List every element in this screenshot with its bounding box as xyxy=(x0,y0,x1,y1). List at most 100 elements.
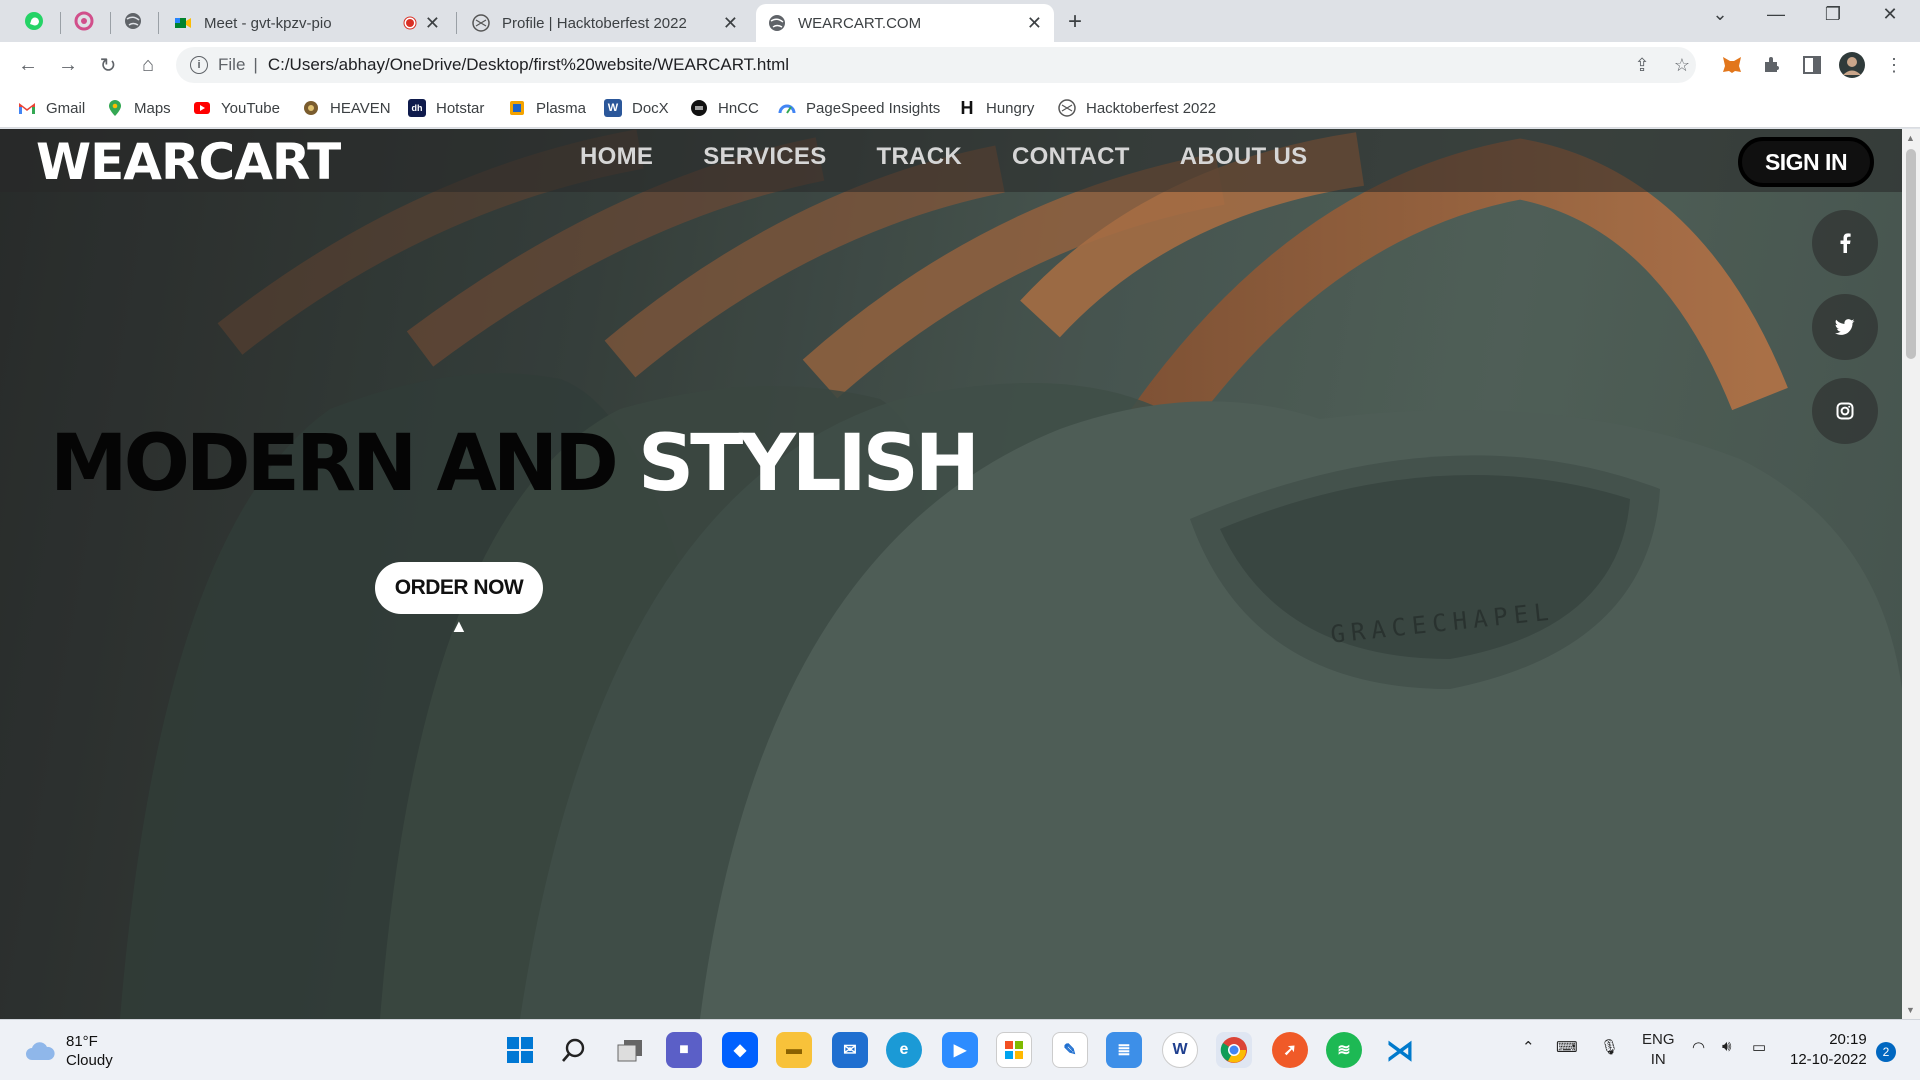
word-online-button[interactable]: W xyxy=(1162,1032,1198,1068)
order-now-button[interactable]: ORDER NOW xyxy=(375,562,543,614)
notebook-icon: ≣ xyxy=(1117,1042,1131,1059)
forward-icon[interactable]: → xyxy=(54,51,82,79)
clock-time: 20:19 xyxy=(1829,1031,1867,1048)
new-tab-button[interactable]: + xyxy=(1068,8,1082,36)
teams-chat-button[interactable]: ■ xyxy=(666,1032,702,1068)
metamask-icon[interactable] xyxy=(1718,51,1746,79)
headline-dark: MODERN AND xyxy=(50,419,619,509)
hero-overlay xyxy=(0,129,1902,1019)
tab-hacktoberfest[interactable]: Profile | Hacktoberfest 2022 ✕ xyxy=(460,4,750,42)
edge-button[interactable]: e xyxy=(886,1032,922,1068)
nav-contact[interactable]: CONTACT xyxy=(1012,143,1130,171)
close-window-icon[interactable]: ✕ xyxy=(1870,4,1910,25)
system-clock[interactable]: 20:19 12-10-2022 xyxy=(1790,1030,1867,1070)
bookmark-docx[interactable]: W DocX xyxy=(604,97,669,119)
task-view-button[interactable] xyxy=(612,1032,648,1068)
bookmark-gmail[interactable]: Gmail xyxy=(18,97,85,119)
battery-icon[interactable]: ▭ xyxy=(1752,1038,1766,1056)
bookmark-youtube[interactable]: YouTube xyxy=(193,97,280,119)
bookmark-plasma[interactable]: Plasma xyxy=(508,97,586,119)
windows-icon xyxy=(507,1037,533,1063)
sign-in-button[interactable]: SIGN IN xyxy=(1738,137,1874,187)
chrome-button[interactable] xyxy=(1216,1032,1252,1068)
compass-icon: ➚ xyxy=(1283,1042,1297,1059)
bookmark-heaven[interactable]: HEAVEN xyxy=(302,97,391,119)
file-explorer-button[interactable]: ▬ xyxy=(776,1032,812,1068)
tab-title: WEARCART.COM xyxy=(798,14,922,32)
home-icon[interactable]: ⌂ xyxy=(134,51,162,79)
close-tab-icon[interactable]: ✕ xyxy=(425,13,440,34)
heaven-icon xyxy=(304,101,318,115)
weather-widget[interactable]: 81°F Cloudy xyxy=(24,1032,113,1070)
bookmark-star-icon[interactable]: ☆ xyxy=(1668,51,1696,79)
nav-services[interactable]: SERVICES xyxy=(703,143,826,171)
close-tab-icon[interactable]: ✕ xyxy=(1027,13,1042,34)
bookmark-hncc[interactable]: HnCC xyxy=(690,97,759,119)
tab-wearcart[interactable]: WEARCART.COM ✕ xyxy=(756,4,1054,42)
close-tab-icon[interactable]: ✕ xyxy=(723,13,738,34)
keyboard-icon[interactable]: ⌨ xyxy=(1556,1038,1578,1056)
pinned-tab-whatsapp[interactable] xyxy=(14,6,54,36)
store-button[interactable] xyxy=(996,1032,1032,1068)
tab-search-icon[interactable]: ⌄ xyxy=(1700,4,1740,25)
nav-about-us[interactable]: ABOUT US xyxy=(1180,143,1308,171)
vscode-button[interactable]: ⋊ xyxy=(1382,1032,1418,1068)
scroll-up-icon[interactable]: ▲ xyxy=(1906,133,1915,143)
bookmark-maps[interactable]: Maps xyxy=(106,97,171,119)
notes-app-button[interactable]: ✎ xyxy=(1052,1032,1088,1068)
tray-overflow-icon[interactable]: ⌃ xyxy=(1522,1038,1535,1056)
nav-home[interactable]: HOME xyxy=(580,143,653,171)
nav-links: HOME SERVICES TRACK CONTACT ABOUT US xyxy=(580,143,1357,171)
site-navbar: WEARCART HOME SERVICES TRACK CONTACT ABO… xyxy=(0,129,1902,192)
facebook-button[interactable] xyxy=(1812,210,1878,276)
whatsapp-icon xyxy=(25,12,43,30)
site-logo[interactable]: WEARCART xyxy=(36,133,341,191)
bookmark-pagespeed[interactable]: PageSpeed Insights xyxy=(778,97,940,119)
mail-icon: ✉ xyxy=(843,1042,857,1059)
folder-icon: ▬ xyxy=(786,1041,802,1058)
back-icon[interactable]: ← xyxy=(14,51,42,79)
page-scrollbar[interactable]: ▲ ▼ xyxy=(1902,129,1920,1019)
zoom-icon: ▶ xyxy=(953,1042,967,1059)
site-info-icon[interactable]: i xyxy=(190,56,208,74)
extensions-icon[interactable] xyxy=(1758,51,1786,79)
bookmark-hacktoberfest[interactable]: Hacktoberfest 2022 xyxy=(1058,97,1216,119)
instagram-button[interactable] xyxy=(1812,378,1878,444)
address-url[interactable]: C:/Users/abhay/OneDrive/Desktop/first%20… xyxy=(268,55,789,75)
start-button[interactable] xyxy=(502,1032,538,1068)
search-button[interactable] xyxy=(556,1032,592,1068)
bookmark-hungry[interactable]: H Hungry xyxy=(958,97,1035,119)
dropbox-button[interactable]: ◆ xyxy=(722,1032,758,1068)
spotify-button[interactable]: ≋ xyxy=(1326,1032,1362,1068)
zoom-button[interactable]: ▶ xyxy=(942,1032,978,1068)
notepad-button[interactable]: ≣ xyxy=(1106,1032,1142,1068)
side-panel-icon[interactable] xyxy=(1798,51,1826,79)
profile-avatar[interactable] xyxy=(1838,51,1866,79)
pinned-tab-globe[interactable] xyxy=(113,6,153,36)
restore-icon[interactable]: ❐ xyxy=(1813,4,1853,25)
menu-icon[interactable]: ⋮ xyxy=(1880,51,1908,79)
scroll-down-icon[interactable]: ▼ xyxy=(1906,1005,1915,1015)
wifi-icon[interactable]: ◠ xyxy=(1692,1038,1705,1056)
volume-icon[interactable]: 🔊︎ xyxy=(1722,1038,1731,1055)
tab-meet[interactable]: Meet - gvt-kpzv-pio ✕ xyxy=(162,4,452,42)
task-view-icon xyxy=(617,1040,642,1062)
microphone-icon[interactable]: 🎙︎ xyxy=(1600,1038,1619,1056)
edge-icon: e xyxy=(899,1041,909,1058)
headline-light: STYLISH xyxy=(638,419,980,509)
bookmark-hotstar[interactable]: dh Hotstar xyxy=(408,97,484,119)
twitter-button[interactable] xyxy=(1812,294,1878,360)
scroll-thumb[interactable] xyxy=(1906,149,1916,359)
brave-app-button[interactable]: ➚ xyxy=(1272,1032,1308,1068)
pinned-tab-app[interactable] xyxy=(64,6,104,36)
address-bar[interactable]: i File | C:/Users/abhay/OneDrive/Desktop… xyxy=(176,47,1696,83)
bookmark-label: Maps xyxy=(134,99,171,117)
language-indicator[interactable]: ENG IN xyxy=(1642,1030,1675,1070)
address-divider: | xyxy=(253,55,258,74)
mail-button[interactable]: ✉ xyxy=(832,1032,868,1068)
nav-track[interactable]: TRACK xyxy=(877,143,963,171)
reload-icon[interactable]: ↻ xyxy=(94,51,122,79)
share-icon[interactable]: ⇪ xyxy=(1628,51,1656,79)
notification-badge[interactable]: 2 xyxy=(1876,1042,1896,1062)
minimize-icon[interactable]: — xyxy=(1756,4,1796,25)
